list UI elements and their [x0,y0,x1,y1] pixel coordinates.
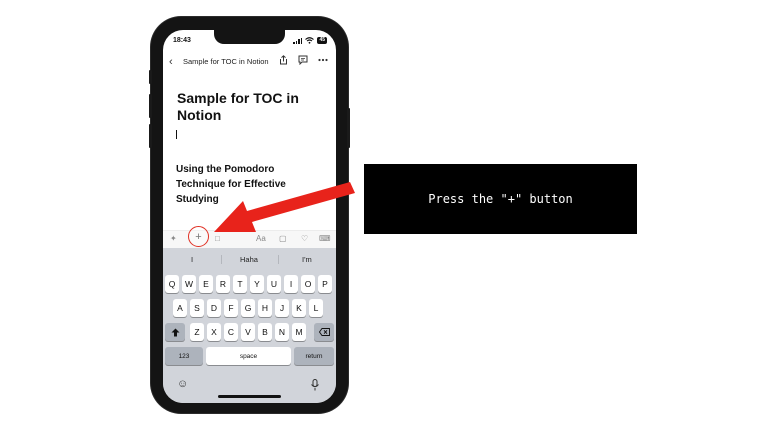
arrow-shape [214,182,355,232]
instruction-callout: Press the "+" button [364,164,637,234]
callout-text: Press the "+" button [428,192,573,206]
